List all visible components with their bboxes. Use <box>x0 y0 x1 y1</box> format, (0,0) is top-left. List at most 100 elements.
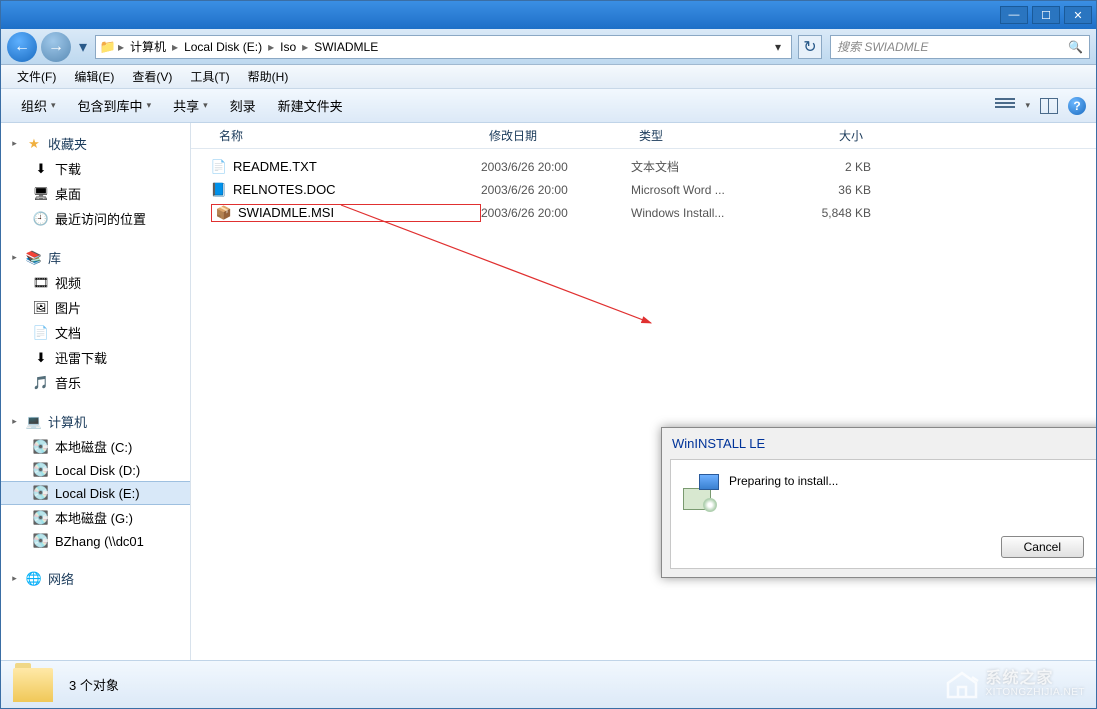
sidebar-item-videos[interactable]: 🎞视频 <box>1 270 190 295</box>
body: ▸★收藏夹 ⬇下载 🖥桌面 🕘最近访问的位置 ▸📚库 🎞视频 🖼图片 📄文档 ⬇… <box>1 123 1096 660</box>
sidebar-item-downloads[interactable]: ⬇下载 <box>1 156 190 181</box>
file-list: 📄README.TXT 2003/6/26 20:00 文本文档 2 KB 📘R… <box>191 149 1096 230</box>
search-icon: 🔍 <box>1068 40 1083 54</box>
file-date: 2003/6/26 20:00 <box>481 183 631 197</box>
expand-icon: ▸ <box>9 573 20 584</box>
sidebar-item-music[interactable]: 🎵音乐 <box>1 370 190 395</box>
sidebar-network: ▸🌐网络 <box>1 566 190 591</box>
menubar: 文件(F) 编辑(E) 查看(V) 工具(T) 帮助(H) <box>1 65 1096 89</box>
sidebar-item-desktop[interactable]: 🖥桌面 <box>1 181 190 206</box>
folder-icon <box>13 668 53 702</box>
music-icon: 🎵 <box>33 375 49 391</box>
search-placeholder: 搜索 SWIADMLE <box>837 38 928 55</box>
menu-file[interactable]: 文件(F) <box>9 66 64 87</box>
sidebar-item-network-drive[interactable]: 💽BZhang (\\dc01 <box>1 530 190 552</box>
file-row[interactable]: 📦 SWIADMLE.MSI 2003/6/26 20:00 Windows In… <box>211 201 1096 224</box>
menu-tools[interactable]: 工具(T) <box>182 66 237 87</box>
menu-edit[interactable]: 编辑(E) <box>66 66 122 87</box>
sidebar-item-disk-c[interactable]: 💽本地磁盘 (C:) <box>1 434 190 459</box>
sidebar-item-disk-d[interactable]: 💽Local Disk (D:) <box>1 459 190 481</box>
file-type: Windows Install... <box>631 206 781 220</box>
view-options-button[interactable] <box>995 98 1015 114</box>
sidebar-item-disk-e[interactable]: 💽Local Disk (E:) <box>1 481 190 505</box>
file-name: SWIADMLE.MSI <box>238 205 334 220</box>
sidebar: ▸★收藏夹 ⬇下载 🖥桌面 🕘最近访问的位置 ▸📚库 🎞视频 🖼图片 📄文档 ⬇… <box>1 123 191 660</box>
help-button[interactable]: ? <box>1068 97 1086 115</box>
file-size: 5,848 KB <box>781 206 871 220</box>
toolbar: 组织▾ 包含到库中▾ 共享▾ 刻录 新建文件夹 ▾ ? <box>1 89 1096 123</box>
download-icon: ⬇ <box>33 350 49 366</box>
file-date: 2003/6/26 20:00 <box>481 206 631 220</box>
msi-file-icon: 📦 <box>216 205 232 221</box>
statusbar: 3 个对象 <box>1 660 1096 708</box>
file-name: README.TXT <box>233 159 317 174</box>
file-size: 2 KB <box>781 160 871 174</box>
sidebar-favorites: ▸★收藏夹 ⬇下载 🖥桌面 🕘最近访问的位置 <box>1 131 190 231</box>
include-button[interactable]: 包含到库中▾ <box>68 92 162 119</box>
cancel-button[interactable]: Cancel <box>1001 536 1084 558</box>
nav-history-dropdown[interactable]: ▾ <box>75 37 91 57</box>
computer-icon: 💻 <box>26 414 42 430</box>
crumb-iso[interactable]: Iso <box>276 40 300 54</box>
disk-icon: 💽 <box>33 462 49 478</box>
preview-pane-button[interactable] <box>1040 98 1058 114</box>
network-icon: 🌐 <box>26 571 42 587</box>
crumb-computer[interactable]: 计算机 <box>126 38 170 55</box>
chevron-right-icon: ▸ <box>116 40 126 54</box>
installer-icon <box>683 474 719 510</box>
document-icon: 📄 <box>33 325 49 341</box>
sidebar-computer: ▸💻计算机 💽本地磁盘 (C:) 💽Local Disk (D:) 💽Local… <box>1 409 190 552</box>
sidebar-item-disk-g[interactable]: 💽本地磁盘 (G:) <box>1 505 190 530</box>
column-date[interactable]: 修改日期 <box>481 127 631 144</box>
video-icon: 🎞 <box>33 275 49 291</box>
disk-icon: 💽 <box>33 533 49 549</box>
chevron-right-icon: ▸ <box>170 40 180 54</box>
chevron-right-icon: ▸ <box>300 40 310 54</box>
maximize-button[interactable]: ☐ <box>1032 6 1060 24</box>
sidebar-item-documents[interactable]: 📄文档 <box>1 320 190 345</box>
picture-icon: 🖼 <box>33 300 49 316</box>
column-name[interactable]: 名称 <box>211 127 481 144</box>
dialog-body: Preparing to install... Cancel <box>670 459 1096 569</box>
minimize-button[interactable]: — <box>1000 6 1028 24</box>
back-button[interactable]: ← <box>7 32 37 62</box>
chevron-down-icon: ▾ <box>147 100 152 111</box>
sidebar-libraries: ▸📚库 🎞视频 🖼图片 📄文档 ⬇迅雷下载 🎵音乐 <box>1 245 190 395</box>
sidebar-item-recent[interactable]: 🕘最近访问的位置 <box>1 206 190 231</box>
status-text: 3 个对象 <box>69 675 119 694</box>
newfolder-button[interactable]: 新建文件夹 <box>268 92 353 119</box>
expand-icon: ▸ <box>9 252 20 263</box>
sidebar-item-thunder[interactable]: ⬇迅雷下载 <box>1 345 190 370</box>
crumb-swiadmle[interactable]: SWIADMLE <box>310 40 382 54</box>
address-bar[interactable]: 📁 ▸ 计算机 ▸ Local Disk (E:) ▸ Iso ▸ SWIADM… <box>95 35 792 59</box>
address-dropdown[interactable]: ▾ <box>769 40 787 54</box>
titlebar: — ☐ ✕ <box>1 1 1096 29</box>
file-row[interactable]: 📄README.TXT 2003/6/26 20:00 文本文档 2 KB <box>211 155 1096 178</box>
file-type: Microsoft Word ... <box>631 183 781 197</box>
sidebar-item-pictures[interactable]: 🖼图片 <box>1 295 190 320</box>
download-icon: ⬇ <box>33 161 49 177</box>
navbar: ← → ▾ 📁 ▸ 计算机 ▸ Local Disk (E:) ▸ Iso ▸ … <box>1 29 1096 65</box>
share-button[interactable]: 共享▾ <box>163 92 218 119</box>
column-headers: 名称 修改日期 类型 大小 <box>191 123 1096 149</box>
column-type[interactable]: 类型 <box>631 127 781 144</box>
burn-button[interactable]: 刻录 <box>220 92 266 119</box>
search-input[interactable]: 搜索 SWIADMLE 🔍 <box>830 35 1090 59</box>
column-size[interactable]: 大小 <box>781 127 871 144</box>
recent-icon: 🕘 <box>33 211 49 227</box>
library-icon: 📚 <box>26 250 42 266</box>
disk-icon: 💽 <box>33 510 49 526</box>
crumb-disk[interactable]: Local Disk (E:) <box>180 40 266 54</box>
sidebar-header-computer[interactable]: ▸💻计算机 <box>1 409 190 434</box>
forward-button[interactable]: → <box>41 32 71 62</box>
sidebar-header-favorites[interactable]: ▸★收藏夹 <box>1 131 190 156</box>
sidebar-header-libraries[interactable]: ▸📚库 <box>1 245 190 270</box>
file-row[interactable]: 📘RELNOTES.DOC 2003/6/26 20:00 Microsoft … <box>211 178 1096 201</box>
sidebar-header-network[interactable]: ▸🌐网络 <box>1 566 190 591</box>
menu-help[interactable]: 帮助(H) <box>240 66 297 87</box>
refresh-button[interactable]: ↻ <box>798 35 822 59</box>
menu-view[interactable]: 查看(V) <box>124 66 180 87</box>
organize-button[interactable]: 组织▾ <box>11 92 66 119</box>
file-type: 文本文档 <box>631 158 781 175</box>
close-button[interactable]: ✕ <box>1064 6 1092 24</box>
